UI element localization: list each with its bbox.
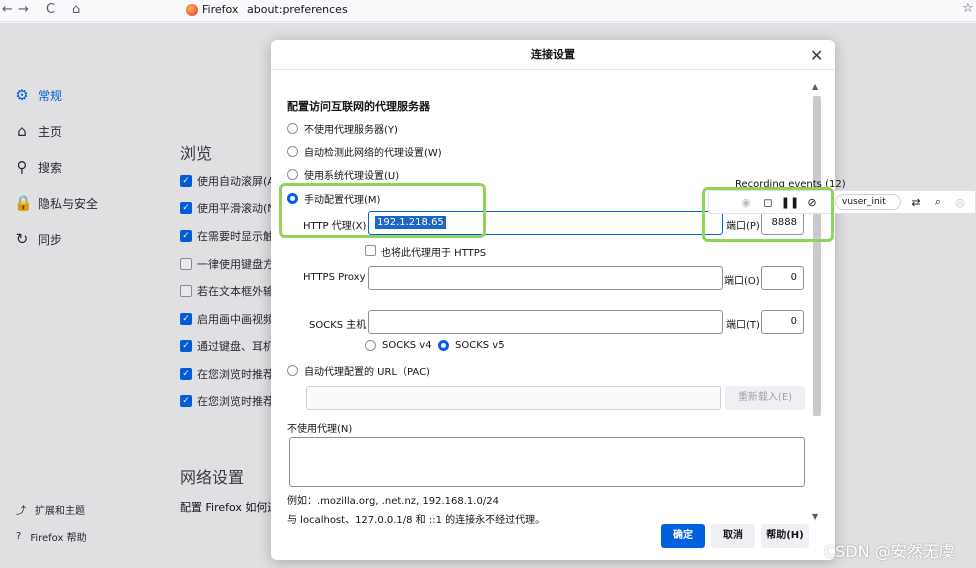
cancel-button[interactable]: 取消 xyxy=(711,524,755,548)
radio-icon xyxy=(287,123,298,134)
bookmark-star-icon[interactable]: ☆ xyxy=(962,1,974,16)
radio-label: SOCKS v4 xyxy=(382,340,432,351)
also-https-label: 也将此代理用于 HTTPS xyxy=(381,248,487,259)
localhost-note: 与 localhost、127.0.0.1/8 和 ::1 的连接永不经过代理。 xyxy=(287,515,546,526)
scroll-up-icon[interactable]: ▲ xyxy=(812,82,818,91)
dialog-title: 连接设置 xyxy=(271,40,835,70)
no-proxy-for-textarea[interactable] xyxy=(289,437,805,487)
https-port-label: 端口(O) xyxy=(724,276,760,287)
socks-host-input[interactable] xyxy=(368,310,723,334)
connection-settings-dialog: 连接设置 ✕ 配置访问互联网的代理服务器 不使用代理服务器(Y) 自动检测此网络… xyxy=(271,40,835,560)
radio-socks-v5[interactable]: SOCKS v5 xyxy=(438,340,505,351)
radio-icon xyxy=(287,169,298,180)
radio-system-proxy[interactable]: 使用系统代理设置(U) xyxy=(287,167,399,182)
pac-url-input[interactable] xyxy=(306,386,721,410)
rendezvous-icon[interactable]: ⌕ xyxy=(927,195,949,209)
scroll-thumb[interactable] xyxy=(813,96,821,416)
dialog-scrollbar[interactable]: ▲ ▼ xyxy=(811,82,823,522)
radio-label: 自动代理配置的 URL（PAC) xyxy=(304,367,430,378)
ok-button[interactable]: 确定 xyxy=(661,524,705,548)
https-proxy-input[interactable] xyxy=(368,266,723,290)
firefox-logo-icon xyxy=(186,4,198,16)
forward-button[interactable]: → xyxy=(18,2,29,17)
example-hint: 例如：.mozilla.org, .net.nz, 192.168.1.0/24 xyxy=(287,496,499,507)
radio-icon xyxy=(287,365,298,376)
radio-icon xyxy=(287,146,298,157)
no-proxy-for-label: 不使用代理(N) xyxy=(287,424,353,435)
identity-label: Firefox xyxy=(202,3,239,16)
socks-port-input[interactable]: 0 xyxy=(761,310,804,334)
also-https-checkbox[interactable] xyxy=(365,245,376,256)
radio-label: SOCKS v5 xyxy=(455,340,505,351)
radio-selected-icon xyxy=(438,340,449,351)
radio-pac[interactable]: 自动代理配置的 URL（PAC) xyxy=(287,363,430,378)
reload-button[interactable]: 重新载入(E) xyxy=(725,386,805,410)
socks-port-label: 端口(T) xyxy=(726,320,760,331)
close-icon[interactable]: ✕ xyxy=(810,46,823,65)
radio-label: 使用系统代理设置(U) xyxy=(304,171,400,182)
home-button[interactable]: ⌂ xyxy=(72,2,80,17)
socks-host-label: SOCKS 主机 xyxy=(309,320,367,331)
radio-no-proxy[interactable]: 不使用代理服务器(Y) xyxy=(287,121,398,136)
more-icon[interactable]: ◎ xyxy=(949,196,971,209)
https-port-input[interactable]: 0 xyxy=(761,266,804,290)
radio-label: 不使用代理服务器(Y) xyxy=(304,125,398,136)
url-bar[interactable]: about:preferences xyxy=(247,3,348,16)
action-dropdown[interactable]: vuser_init xyxy=(835,194,901,210)
insert-icon[interactable]: ⇄ xyxy=(905,196,927,209)
help-button[interactable]: 帮助(H) xyxy=(761,524,809,548)
radio-icon xyxy=(365,340,376,351)
proxy-heading: 配置访问互联网的代理服务器 xyxy=(287,100,430,113)
browser-toolbar: ← → C ⌂ Firefox about:preferences ☆ xyxy=(0,0,976,22)
highlight-port xyxy=(702,187,834,242)
https-proxy-label: HTTPS Proxy xyxy=(303,272,366,283)
radio-socks-v4[interactable]: SOCKS v4 xyxy=(365,340,432,351)
radio-label: 自动检测此网络的代理设置(W) xyxy=(304,148,442,159)
reload-button[interactable]: C xyxy=(46,2,55,17)
radio-auto-detect[interactable]: 自动检测此网络的代理设置(W) xyxy=(287,144,442,159)
back-button[interactable]: ← xyxy=(2,2,13,17)
watermark: CSDN @安然无虞 xyxy=(824,542,955,561)
scroll-down-icon[interactable]: ▼ xyxy=(812,512,818,521)
highlight-manual-proxy xyxy=(279,183,486,238)
